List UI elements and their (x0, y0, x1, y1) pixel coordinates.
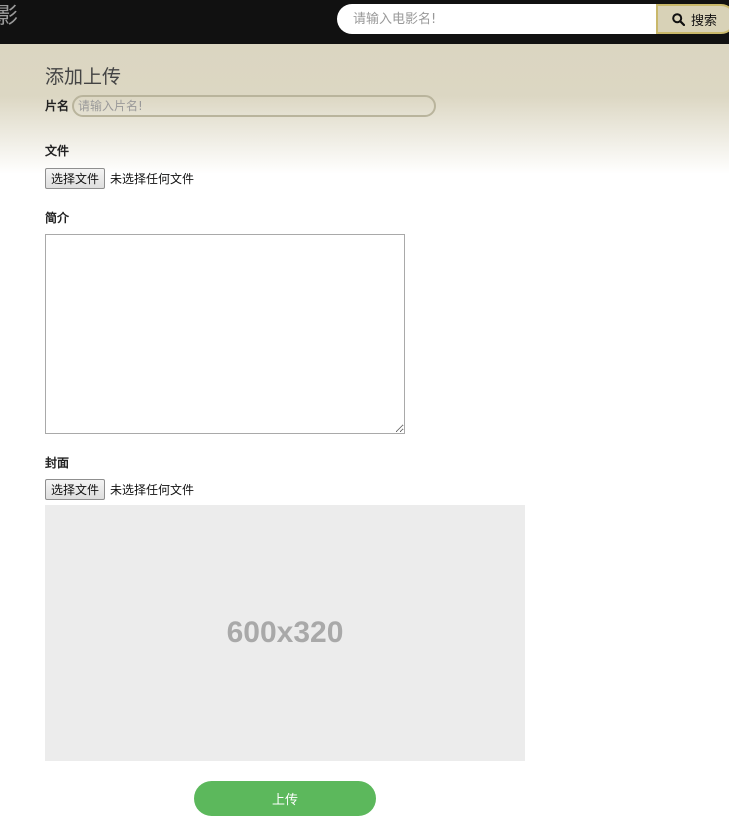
choose-cover-button[interactable]: 选择文件 (45, 478, 106, 500)
file-label: 文件 (45, 144, 70, 158)
search-icon (672, 12, 685, 26)
name-label: 片名 (45, 99, 70, 113)
movie-name-input[interactable] (72, 95, 436, 117)
intro-textarea[interactable] (45, 234, 405, 434)
cover-placeholder-text: 600x320 (226, 616, 344, 649)
cover-label: 封面 (45, 456, 70, 470)
top-navbar: 影 搜索 (0, 0, 729, 44)
upload-button[interactable]: 上传 (194, 781, 376, 816)
cover-status: 未选择任何文件 (110, 482, 195, 497)
site-logo[interactable]: 影 (0, 2, 18, 32)
file-picker: 选择文件 未选择任何文件 (45, 167, 194, 189)
search-input[interactable] (337, 4, 657, 34)
cover-picker: 选择文件 未选择任何文件 (45, 478, 194, 500)
cover-preview-image: 600x320 (45, 505, 525, 761)
page-title: 添加上传 (45, 66, 122, 88)
file-status: 未选择任何文件 (110, 171, 195, 186)
choose-file-button[interactable]: 选择文件 (45, 167, 106, 189)
search-button[interactable]: 搜索 (656, 4, 729, 34)
intro-label: 简介 (45, 211, 70, 225)
search-button-label: 搜索 (691, 13, 718, 29)
